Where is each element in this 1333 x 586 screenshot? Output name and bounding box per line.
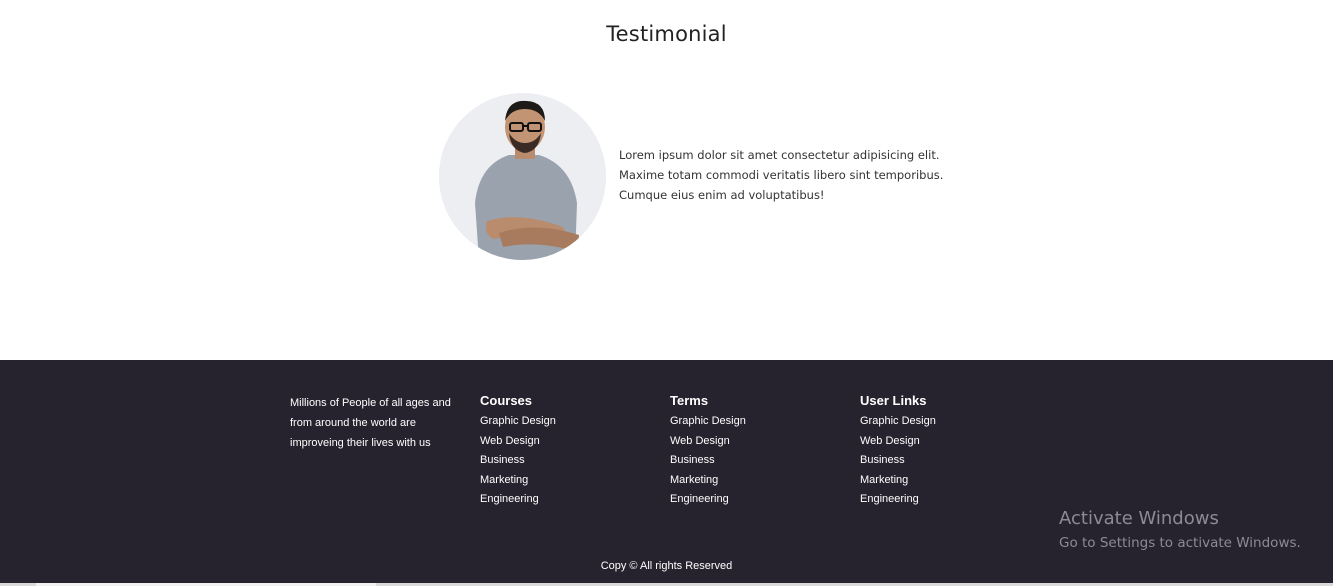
- footer-about: Millions of People of all ages and from …: [290, 393, 460, 453]
- watermark-title: Activate Windows: [1059, 508, 1219, 529]
- section-title: Testimonial: [606, 22, 727, 46]
- footer-link[interactable]: Web Design: [480, 432, 556, 452]
- footer-link[interactable]: Engineering: [860, 490, 936, 510]
- watermark-subtitle: Go to Settings to activate Windows.: [1059, 535, 1301, 551]
- footer-link[interactable]: Business: [480, 451, 556, 471]
- copyright: Copy © All rights Reserved: [600, 560, 733, 572]
- footer-link[interactable]: Business: [860, 451, 936, 471]
- footer-link[interactable]: Marketing: [670, 471, 746, 491]
- testimonial-avatar: [439, 93, 606, 260]
- quote-line: Lorem ipsum dolor sit amet consectetur a…: [619, 148, 940, 162]
- footer: Millions of People of all ages and from …: [0, 360, 1333, 586]
- testimonial-quote: Lorem ipsum dolor sit amet consectetur a…: [619, 145, 949, 205]
- column-heading: Terms: [670, 393, 709, 408]
- footer-link[interactable]: Graphic Design: [670, 412, 746, 432]
- footer-column-courses: Courses Graphic Design Web Design Busine…: [480, 392, 556, 510]
- column-heading: User Links: [860, 393, 927, 408]
- page: Testimonial Lorem ipsum dolor sit amet c…: [0, 0, 1333, 586]
- person-photo-icon: [439, 93, 606, 260]
- footer-column-user-links: User Links Graphic Design Web Design Bus…: [860, 392, 936, 510]
- testimonial-section: Testimonial Lorem ipsum dolor sit amet c…: [0, 0, 1333, 360]
- quote-line: Cumque eius enim ad voluptatibus!: [619, 188, 825, 202]
- activation-watermark: Activate Windows Go to Settings to activ…: [1059, 508, 1301, 553]
- quote-line: Maxime totam commodi veritatis libero si…: [619, 168, 944, 182]
- footer-column-terms: Terms Graphic Design Web Design Business…: [670, 392, 746, 510]
- about-line: improveing their lives with us: [290, 437, 431, 449]
- footer-link[interactable]: Graphic Design: [480, 412, 556, 432]
- footer-link[interactable]: Engineering: [670, 490, 746, 510]
- footer-link[interactable]: Graphic Design: [860, 412, 936, 432]
- footer-link[interactable]: Engineering: [480, 490, 556, 510]
- footer-link[interactable]: Web Design: [860, 432, 936, 452]
- column-heading: Courses: [480, 393, 533, 408]
- about-line: from around the world are: [290, 417, 416, 429]
- footer-link[interactable]: Business: [670, 451, 746, 471]
- footer-link[interactable]: Web Design: [670, 432, 746, 452]
- about-line: Millions of People of all ages and: [290, 397, 451, 409]
- footer-link[interactable]: Marketing: [480, 471, 556, 491]
- footer-link[interactable]: Marketing: [860, 471, 936, 491]
